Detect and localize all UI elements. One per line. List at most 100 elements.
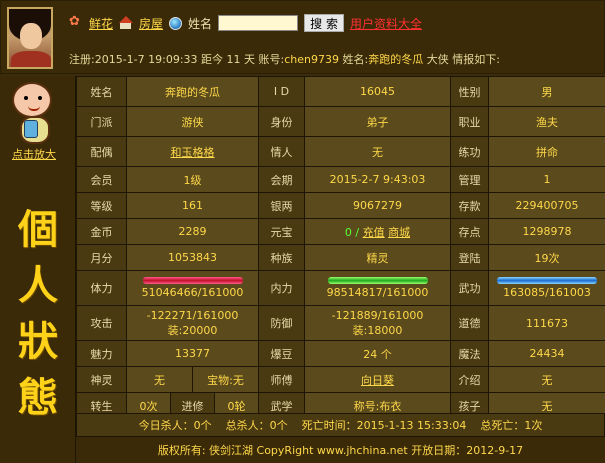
identity-value: 弟子	[304, 106, 451, 137]
stamina-label: 体力	[76, 270, 127, 306]
defense-equip: 装:18000	[352, 323, 403, 337]
user-avatar[interactable]	[7, 7, 53, 69]
morality-value: 111673	[488, 305, 605, 341]
globe-icon	[169, 16, 183, 30]
table-row: 会员 1级 会期 2015-2-7 9:43:03 管理 1	[76, 166, 605, 193]
beans-value: 24 个	[304, 340, 451, 367]
name-label: 姓名	[76, 76, 127, 107]
account-name: chen9739	[284, 53, 339, 66]
house-link[interactable]: 房屋	[139, 15, 163, 32]
attack-equip: 装:20000	[167, 323, 218, 337]
magic-label: 魔法	[450, 340, 489, 367]
monthly-value: 1053843	[126, 244, 259, 271]
title-char: 個	[18, 206, 58, 253]
table-row: 神灵 无 宝物:无 师傅 向日葵 介绍 无	[76, 366, 605, 393]
left-panel: 点击放大 個 人 狀 態	[0, 76, 76, 463]
sect-value: 游侠	[126, 106, 259, 137]
inner-power-bar	[327, 277, 428, 284]
silver-value: 9067279	[304, 192, 451, 219]
name-search-input[interactable]	[218, 15, 299, 31]
save-points-label: 存点	[450, 218, 489, 245]
profile-header: 鲜花 房屋 姓名 搜 索 用户资料大全 注册:2015-1-7 19:09:33…	[0, 0, 605, 74]
gender-value: 男	[488, 76, 605, 107]
kill-death-summary: 今日杀人：0个 总杀人：0个 死亡时间：2015-1-13 15:33:04 总…	[76, 413, 605, 437]
flower-link[interactable]: 鲜花	[89, 15, 113, 32]
shop-link[interactable]: 商城	[388, 226, 410, 239]
race-value: 精灵	[304, 244, 451, 271]
recharge-link[interactable]: 充值	[363, 226, 385, 239]
master-link[interactable]: 向日葵	[361, 374, 394, 387]
table-row: 门派 游侠 身份 弟子 职业 渔夫	[76, 106, 605, 137]
personal-status-title: 個 人 狀 態	[10, 206, 66, 422]
inner-power-value: 98514817/161000	[326, 286, 429, 299]
search-button[interactable]: 搜 索	[304, 14, 345, 32]
gold-value: 2289	[126, 218, 259, 245]
all-users-link[interactable]: 用户资料大全	[350, 15, 422, 32]
member-term-value: 2015-2-7 9:43:03	[304, 166, 451, 193]
spouse-label: 配偶	[76, 136, 127, 167]
copyright-footer: 版权所有: 侠剑江湖 CopyRight www.jhchina.net 开放日…	[76, 437, 605, 463]
house-icon	[119, 16, 134, 30]
name-search-label: 姓名	[188, 16, 213, 31]
member-label: 会员	[76, 166, 127, 193]
total-deaths: 总死亡：1次	[480, 419, 543, 432]
name-value: 奔跑的冬瓜	[126, 76, 259, 107]
member-value: 1级	[126, 166, 259, 193]
baby-icon[interactable]	[8, 82, 60, 152]
introducer-value: 无	[488, 366, 605, 393]
character-name: 奔跑的冬瓜	[368, 53, 424, 66]
deposit-label: 存款	[450, 192, 489, 219]
master-label: 师傅	[258, 366, 305, 393]
charm-value: 13377	[126, 340, 259, 367]
reg-prefix: 注册:2015-1-7 19:09:33 距今 11 天 账号:	[69, 53, 285, 66]
table-row: 金币 2289 元宝 0 / 充值 商城 存点 1298978	[76, 218, 605, 245]
deposit-value: 229400705	[488, 192, 605, 219]
table-row: 配偶 和玉格格 情人 无 练功 拼命	[76, 136, 605, 167]
inner-power-label: 内力	[258, 270, 305, 306]
attack-value: -122271/161000	[146, 308, 239, 322]
defense-value: -121889/161000	[331, 308, 424, 322]
sect-label: 门派	[76, 106, 127, 137]
ingot-label: 元宝	[258, 218, 305, 245]
table-row: 月分 1053843 种族 精灵 登陆 19次	[76, 244, 605, 271]
job-value: 渔夫	[488, 106, 605, 137]
profile-table: 姓名 奔跑的冬瓜 I D 16045 性别 男 门派 游侠 身份 弟子 职业 渔…	[76, 76, 605, 419]
top-nav: 鲜花 房屋 姓名 搜 索 用户资料大全	[69, 13, 422, 33]
zoom-link[interactable]: 点击放大	[12, 146, 56, 162]
lover-value: 无	[304, 136, 451, 167]
title-char: 人	[18, 262, 58, 309]
table-row: 体力 51046466/161000 内力 98514817/161000 武功…	[76, 270, 605, 306]
title-char: 態	[18, 374, 58, 421]
gold-label: 金币	[76, 218, 127, 245]
treasure-value: 宝物:无	[192, 367, 258, 392]
monthly-label: 月分	[76, 244, 127, 271]
gender-label: 性别	[450, 76, 489, 107]
introducer-label: 介绍	[450, 366, 489, 393]
attack-label: 攻击	[76, 305, 127, 341]
race-label: 种族	[258, 244, 305, 271]
job-label: 职业	[450, 106, 489, 137]
admin-label: 管理	[450, 166, 489, 193]
spirit-value: 无	[154, 373, 165, 387]
martial-bar	[497, 277, 597, 284]
stamina-value: 51046466/161000	[141, 286, 244, 299]
login-label: 登陆	[450, 244, 489, 271]
beans-label: 爆豆	[258, 340, 305, 367]
flower-icon	[69, 14, 83, 30]
registration-info: 注册:2015-1-7 19:09:33 距今 11 天 账号:chen9739…	[69, 51, 500, 67]
reg-suffix: 大侠 情报如下:	[423, 53, 500, 66]
ingot-count: 0 /	[344, 225, 360, 239]
today-kills: 今日杀人：0个	[138, 419, 212, 432]
defense-label: 防御	[258, 305, 305, 341]
reg-mid: 姓名:	[339, 53, 369, 66]
member-term-label: 会期	[258, 166, 305, 193]
martial-value: 163085/161003	[503, 286, 591, 299]
admin-value: 1	[488, 166, 605, 193]
table-row: 等级 161 银两 9067279 存款 229400705	[76, 192, 605, 219]
level-value: 161	[126, 192, 259, 219]
id-label: I D	[258, 76, 305, 107]
spouse-link[interactable]: 和玉格格	[171, 146, 215, 159]
training-value: 拼命	[488, 136, 605, 167]
stamina-bar	[142, 277, 243, 284]
copyright-text: 版权所有: 侠剑江湖 CopyRight www.jhchina.net 开放日…	[157, 444, 524, 457]
